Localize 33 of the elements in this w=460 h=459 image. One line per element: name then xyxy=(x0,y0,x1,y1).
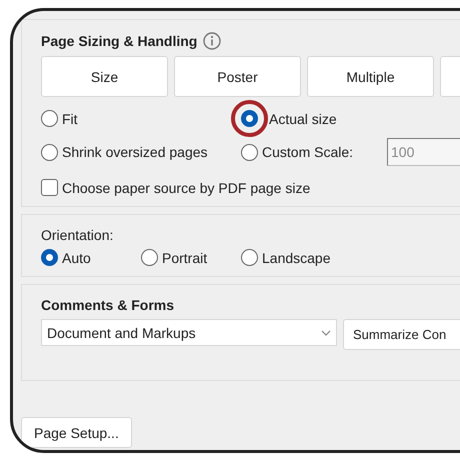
radio-label: Custom Scale: xyxy=(262,144,354,160)
radio-label: Landscape xyxy=(262,250,331,266)
radio-option[interactable]: Custom Scale: xyxy=(241,144,354,160)
radio-label: Portrait xyxy=(162,250,208,266)
radio-option[interactable]: Fit xyxy=(41,110,78,127)
radio-option[interactable]: Shrink oversized pages xyxy=(41,144,208,160)
radio-button[interactable] xyxy=(241,144,258,160)
radio-label: Fit xyxy=(62,110,78,126)
radio-label: Shrink oversized pages xyxy=(62,144,208,160)
tab-button[interactable]: Size xyxy=(41,56,168,97)
section-title: Comments & Forms xyxy=(41,297,174,313)
checkbox[interactable] xyxy=(41,179,58,196)
radio-button[interactable] xyxy=(141,249,158,266)
radio-option[interactable]: Landscape xyxy=(241,249,341,266)
radio-label: Auto xyxy=(62,250,91,266)
caret-icon xyxy=(321,330,331,336)
orientation-label: Orientation: xyxy=(41,227,114,243)
page-setup-button[interactable]: Page Setup... xyxy=(21,417,132,448)
radio-option[interactable]: Portrait xyxy=(141,249,241,266)
radio-button[interactable] xyxy=(41,110,58,127)
section-title: Page Sizing & Handling xyxy=(41,33,198,49)
radio-button[interactable] xyxy=(241,249,258,266)
tab-button[interactable]: Multiple xyxy=(307,56,434,97)
radio-button[interactable] xyxy=(241,110,258,127)
radio-button[interactable] xyxy=(41,249,58,266)
summarize-button[interactable]: Summarize Con xyxy=(343,319,460,350)
markup-dropdown[interactable]: Document and Markups xyxy=(41,319,337,346)
radio-label: Actual size xyxy=(269,110,337,126)
radio-option[interactable]: Auto xyxy=(41,249,141,266)
tab-button[interactable]: Poster xyxy=(174,56,301,97)
radio-option[interactable]: Actual size xyxy=(241,110,337,127)
info-icon[interactable] xyxy=(203,32,222,50)
radio-button[interactable] xyxy=(41,144,58,160)
